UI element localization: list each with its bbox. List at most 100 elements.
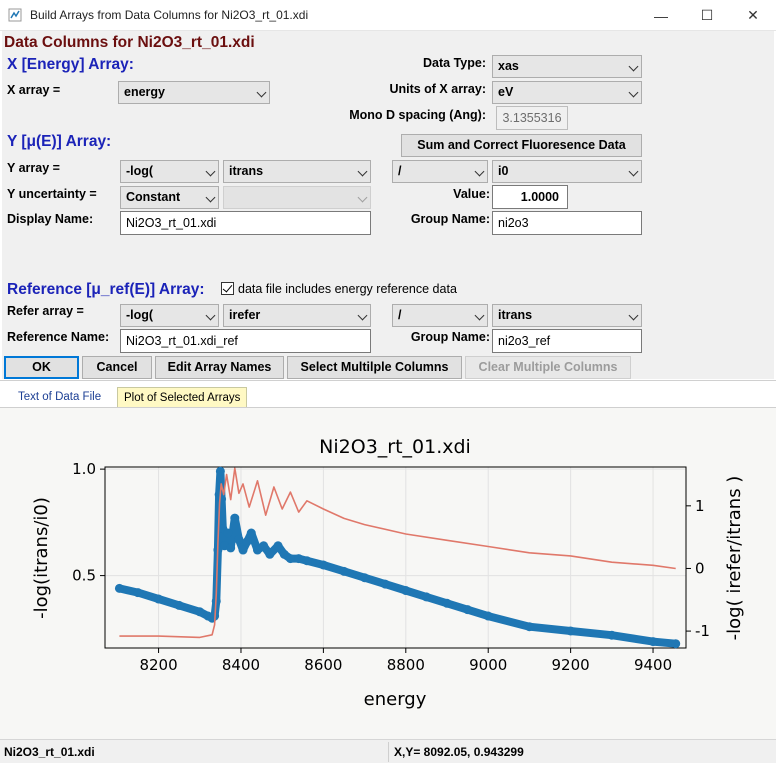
chevron-down-icon	[205, 166, 216, 177]
axis-layer: 8200 8400 8600 8800 9000 9200 9400 0.5 1.0 -1 0 1	[72, 460, 710, 674]
status-filename: Ni2O3_rt_01.xdi	[4, 745, 95, 759]
y-uncertainty-column-select	[223, 186, 371, 209]
y-tick-label-left: 1.0	[72, 460, 96, 478]
chevron-down-icon	[357, 166, 368, 177]
display-name-label: Display Name:	[7, 212, 94, 226]
data-point-mu	[133, 588, 143, 598]
app-icon	[8, 8, 22, 22]
units-value: eV	[498, 85, 514, 99]
data-point-mu	[421, 592, 431, 602]
group-name-field[interactable]: ni2o3	[492, 211, 642, 235]
chart[interactable]: 8200 8400 8600 8800 9000 9200 9400 0.5 1.0 -1 0 1 N…	[0, 408, 776, 740]
chevron-down-icon	[357, 192, 368, 203]
data-point-mu	[230, 513, 240, 523]
close-button[interactable]: ✕	[730, 0, 776, 31]
y-denominator-value: i0	[498, 164, 509, 178]
x-tick-label: 9000	[469, 656, 507, 674]
data-point-mu	[566, 626, 576, 636]
ref-group-name-field[interactable]: ni2o3_ref	[492, 329, 642, 353]
tab-plot-of-selected-arrays[interactable]: Plot of Selected Arrays	[117, 387, 248, 408]
data-point-mu	[294, 554, 304, 564]
data-point-mu	[524, 622, 534, 632]
data-point-mu	[217, 494, 227, 504]
x-tick-label: 9400	[634, 656, 672, 674]
cancel-button[interactable]: Cancel	[82, 356, 152, 379]
ok-button[interactable]: OK	[4, 356, 79, 379]
ref-divide-select[interactable]: /	[392, 304, 488, 327]
tab-text-of-data-file[interactable]: Text of Data File	[12, 387, 107, 408]
units-select[interactable]: eV	[492, 81, 642, 104]
chevron-down-icon	[628, 310, 639, 321]
data-point-mu	[223, 528, 233, 538]
ref-numerator-select[interactable]: irefer	[223, 304, 371, 327]
y-denominator-select[interactable]: i0	[492, 160, 642, 183]
y-uncertainty-select[interactable]: Constant	[120, 186, 219, 209]
data-point-mu	[648, 637, 658, 647]
energy-reference-checkbox[interactable]	[221, 282, 234, 295]
clear-multiple-columns-button: Clear Multiple Columns	[465, 356, 631, 379]
data-point-mu	[442, 598, 452, 608]
x-tick-label: 8200	[139, 656, 177, 674]
status-divider	[388, 742, 389, 762]
data-point-mu	[483, 611, 493, 621]
data-point-mu	[226, 543, 236, 553]
energy-reference-checkbox-label: data file includes energy reference data	[238, 282, 457, 296]
data-point-mu	[302, 556, 312, 566]
y-axis-label-left: -log(itrans/i0)	[31, 497, 52, 619]
data-point-mu	[246, 528, 256, 538]
data-point-mu	[463, 605, 473, 615]
ref-denominator-select[interactable]: itrans	[492, 304, 642, 327]
y-divide-select[interactable]: /	[392, 160, 488, 183]
tab-bar: Text of Data File Plot of Selected Array…	[0, 380, 776, 408]
group-name-label: Group Name:	[410, 212, 490, 226]
x-array-label: X array =	[7, 83, 61, 97]
ref-operator-value: -log(	[126, 308, 154, 322]
y-tick-label-right: 0	[695, 559, 705, 577]
form-header: Data Columns for Ni2O3_rt_01.xdi	[4, 34, 255, 51]
x-tick-label: 8800	[387, 656, 425, 674]
select-multiple-columns-button[interactable]: Select Multilple Columns	[287, 356, 462, 379]
x-array-select[interactable]: energy	[118, 81, 270, 104]
y-uncertainty-label: Y uncertainty =	[7, 187, 97, 201]
data-point-mu	[401, 586, 411, 596]
plot-panel: 8200 8400 8600 8800 9000 9200 9400 0.5 1.0 -1 0 1 N…	[0, 407, 776, 739]
chevron-down-icon	[357, 310, 368, 321]
sum-correct-fluorescence-button[interactable]: Sum and Correct Fluoresence Data	[401, 134, 642, 157]
value-field[interactable]: 1.0000	[492, 185, 568, 209]
data-point-mu	[215, 466, 225, 476]
chevron-down-icon	[628, 166, 639, 177]
close-icon: ✕	[747, 7, 759, 23]
value-label: Value:	[453, 187, 490, 201]
reference-name-label: Reference Name:	[7, 330, 110, 344]
display-name-field[interactable]: Ni2O3_rt_01.xdi	[120, 211, 371, 235]
ref-operator-select[interactable]: -log(	[120, 304, 219, 327]
y-divide-value: /	[398, 164, 402, 178]
data-point-mu	[242, 537, 252, 547]
data-type-select[interactable]: xas	[492, 55, 642, 78]
x-tick-label: 8600	[304, 656, 342, 674]
reference-name-field[interactable]: Ni2O3_rt_01.xdi_ref	[120, 329, 371, 353]
series-layer	[114, 466, 681, 649]
y-tick-label-left: 0.5	[72, 567, 96, 585]
chevron-down-icon	[256, 87, 267, 98]
y-section-heading: Y [μ(E)] Array:	[7, 133, 112, 150]
maximize-button[interactable]: ☐	[684, 0, 730, 31]
y-operator-select[interactable]: -log(	[120, 160, 219, 183]
x-tick-label: 8400	[222, 656, 260, 674]
edit-array-names-button[interactable]: Edit Array Names	[155, 356, 284, 379]
chevron-down-icon	[628, 61, 639, 72]
chevron-down-icon	[474, 166, 485, 177]
data-point-mu	[273, 541, 283, 551]
chevron-down-icon	[474, 310, 485, 321]
data-point-mu	[360, 573, 370, 583]
x-array-value: energy	[124, 85, 165, 99]
ref-denominator-value: itrans	[498, 308, 533, 322]
y-numerator-select[interactable]: itrans	[223, 160, 371, 183]
x-section-heading: X [Energy] Array:	[7, 56, 134, 73]
ref-numerator-value: irefer	[229, 308, 261, 322]
minimize-icon: —	[654, 7, 668, 24]
chevron-down-icon	[205, 310, 216, 321]
minimize-button[interactable]: —	[638, 0, 684, 31]
data-point-mu	[671, 639, 681, 649]
status-bar: Ni2O3_rt_01.xdi X,Y= 8092.05, 0.943299	[0, 739, 776, 763]
